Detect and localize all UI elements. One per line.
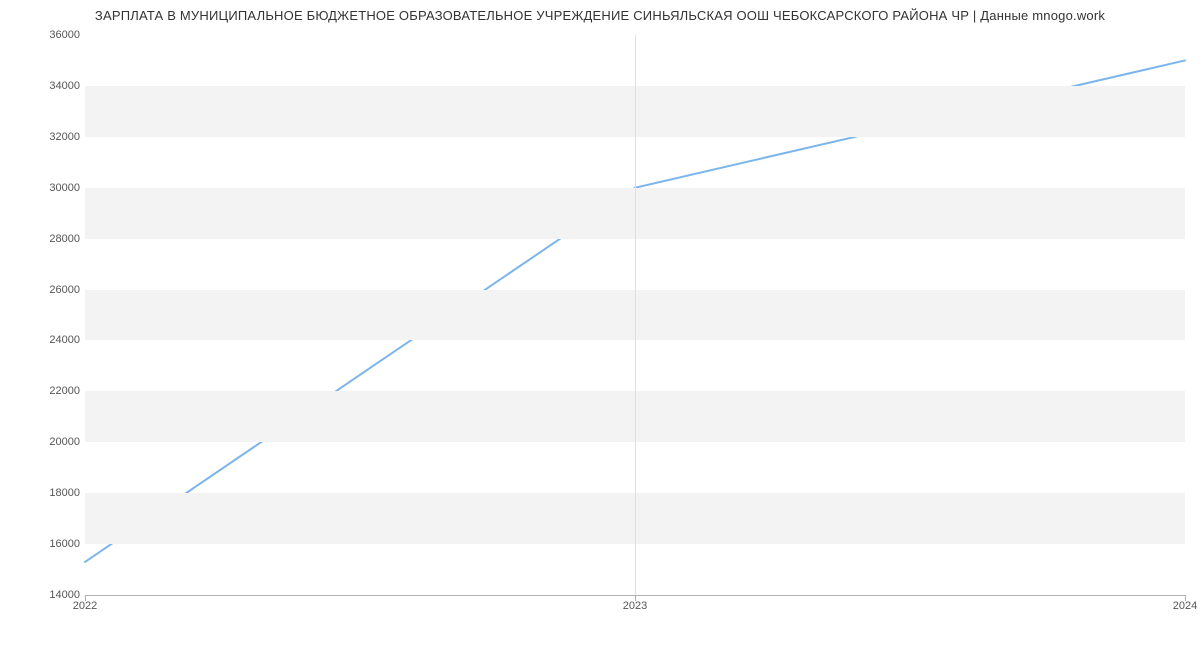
y-axis-tick-label: 36000 [20,29,80,41]
x-grid-line [635,35,636,595]
y-axis-tick-label: 22000 [20,385,80,397]
y-axis-tick-label: 16000 [20,538,80,550]
y-axis-tick-label: 24000 [20,334,80,346]
x-axis-tick-label: 2022 [73,600,97,612]
x-axis-tick-label: 2023 [623,600,647,612]
y-axis-tick-label: 32000 [20,131,80,143]
y-axis-tick-label: 28000 [20,233,80,245]
y-axis-tick-label: 26000 [20,284,80,296]
y-axis-tick-label: 34000 [20,80,80,92]
x-axis-tick-label: 2024 [1173,600,1197,612]
chart-container: ЗАРПЛАТА В МУНИЦИПАЛЬНОЕ БЮДЖЕТНОЕ ОБРАЗ… [0,0,1200,650]
plot-area [85,35,1185,596]
y-axis-tick-label: 14000 [20,589,80,601]
y-axis-tick-label: 30000 [20,182,80,194]
y-axis-tick-label: 20000 [20,436,80,448]
y-axis-tick-label: 18000 [20,487,80,499]
chart-title: ЗАРПЛАТА В МУНИЦИПАЛЬНОЕ БЮДЖЕТНОЕ ОБРАЗ… [0,8,1200,23]
